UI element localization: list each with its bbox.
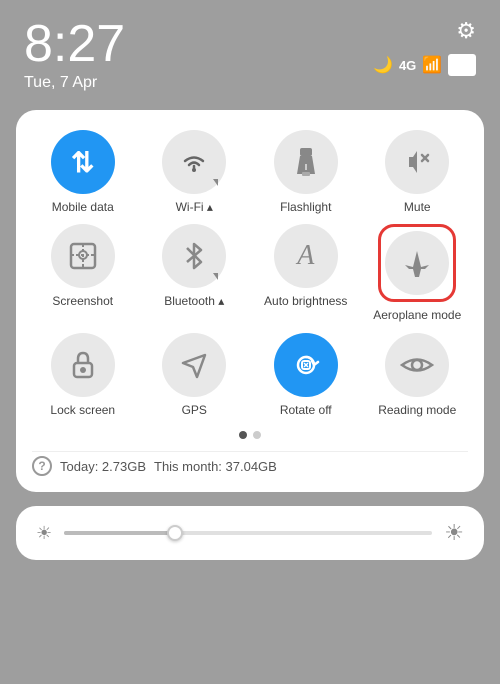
brightness-thumb[interactable] <box>167 525 183 541</box>
rotate-off-label: Rotate off <box>280 403 332 417</box>
tile-lock-screen: Lock screen <box>32 333 134 417</box>
flashlight-label: Flashlight <box>280 200 331 214</box>
gps-button[interactable] <box>162 333 226 397</box>
gps-label: GPS <box>182 403 207 417</box>
screenshot-label: Screenshot <box>52 294 113 308</box>
brightness-low-icon: ☀ <box>36 523 52 544</box>
settings-icon[interactable]: ⚙ <box>456 18 476 44</box>
auto-brightness-label: Auto brightness <box>264 294 347 308</box>
bluetooth-indicator <box>213 273 218 280</box>
page-dot-2[interactable] <box>253 431 261 439</box>
tile-wifi: Wi-Fi ▴ <box>144 130 246 214</box>
mute-icon <box>403 147 431 177</box>
mobile-data-button[interactable]: ⇅ <box>51 130 115 194</box>
flashlight-button[interactable] <box>274 130 338 194</box>
aeroplane-highlight <box>378 224 456 302</box>
signal-4g-icon: 4G <box>399 58 416 73</box>
month-usage: This month: 37.04GB <box>154 459 277 474</box>
brightness-high-icon: ☀ <box>444 520 464 546</box>
status-bar: 8:27 Tue, 7 Apr ⚙ 🌙 4G 📶 97 <box>0 0 500 100</box>
tile-auto-brightness: A Auto brightness <box>255 224 357 322</box>
reading-mode-label: Reading mode <box>378 403 456 417</box>
data-help-icon[interactable]: ? <box>32 456 52 476</box>
flashlight-icon <box>291 146 321 178</box>
brightness-bar: ☀ ☀ <box>16 506 484 560</box>
tile-mobile-data: ⇅ Mobile data <box>32 130 134 214</box>
lock-icon <box>69 349 97 381</box>
quick-panel: ⇅ Mobile data Wi-Fi ▴ <box>16 110 484 492</box>
page-dots <box>32 431 468 439</box>
tile-screenshot: Screenshot <box>32 224 134 322</box>
data-usage-bar: ? Today: 2.73GB This month: 37.04GB <box>32 451 468 476</box>
lock-screen-label: Lock screen <box>50 403 115 417</box>
eye-icon <box>400 352 434 378</box>
tile-gps: GPS <box>144 333 246 417</box>
rotate-off-button[interactable] <box>274 333 338 397</box>
auto-brightness-button[interactable]: A <box>274 224 338 288</box>
bluetooth-icon <box>182 240 206 272</box>
moon-icon: 🌙 <box>373 55 393 75</box>
tile-mute: Mute <box>367 130 469 214</box>
bluetooth-button[interactable] <box>162 224 226 288</box>
signal-bars-icon: 📶 <box>422 55 442 75</box>
plane-icon <box>401 247 433 279</box>
lock-screen-button[interactable] <box>51 333 115 397</box>
tile-bluetooth: Bluetooth ▴ <box>144 224 246 322</box>
brightness-track[interactable] <box>64 531 432 535</box>
bluetooth-label: Bluetooth ▴ <box>164 294 224 308</box>
auto-brightness-icon: A <box>297 240 314 272</box>
wifi-label: Wi-Fi ▴ <box>176 200 213 214</box>
tile-rotate-off: Rotate off <box>255 333 357 417</box>
mute-button[interactable] <box>385 130 449 194</box>
mute-label: Mute <box>404 200 431 214</box>
wifi-indicator <box>213 179 218 186</box>
tile-aeroplane-mode: Aeroplane mode <box>367 224 469 322</box>
page-dot-1[interactable] <box>239 431 247 439</box>
mobile-data-icon: ⇅ <box>71 146 94 179</box>
tile-flashlight: Flashlight <box>255 130 357 214</box>
date-display: Tue, 7 Apr <box>24 74 125 92</box>
time-display: 8:27 <box>24 18 125 70</box>
screenshot-icon <box>67 240 99 272</box>
aeroplane-mode-button[interactable] <box>385 231 449 295</box>
today-usage: Today: 2.73GB <box>60 459 146 474</box>
mobile-data-label: Mobile data <box>52 200 114 214</box>
gps-icon <box>179 349 209 381</box>
tiles-grid: ⇅ Mobile data Wi-Fi ▴ <box>32 130 468 417</box>
aeroplane-mode-label: Aeroplane mode <box>373 308 461 322</box>
rotate-icon <box>290 349 322 381</box>
battery-indicator: 97 <box>448 54 476 76</box>
brightness-fill <box>64 531 174 535</box>
status-icons: 🌙 4G 📶 97 <box>373 54 476 76</box>
screenshot-button[interactable] <box>51 224 115 288</box>
tile-reading-mode: Reading mode <box>367 333 469 417</box>
wifi-icon <box>179 148 209 176</box>
wifi-button[interactable] <box>162 130 226 194</box>
reading-mode-button[interactable] <box>385 333 449 397</box>
